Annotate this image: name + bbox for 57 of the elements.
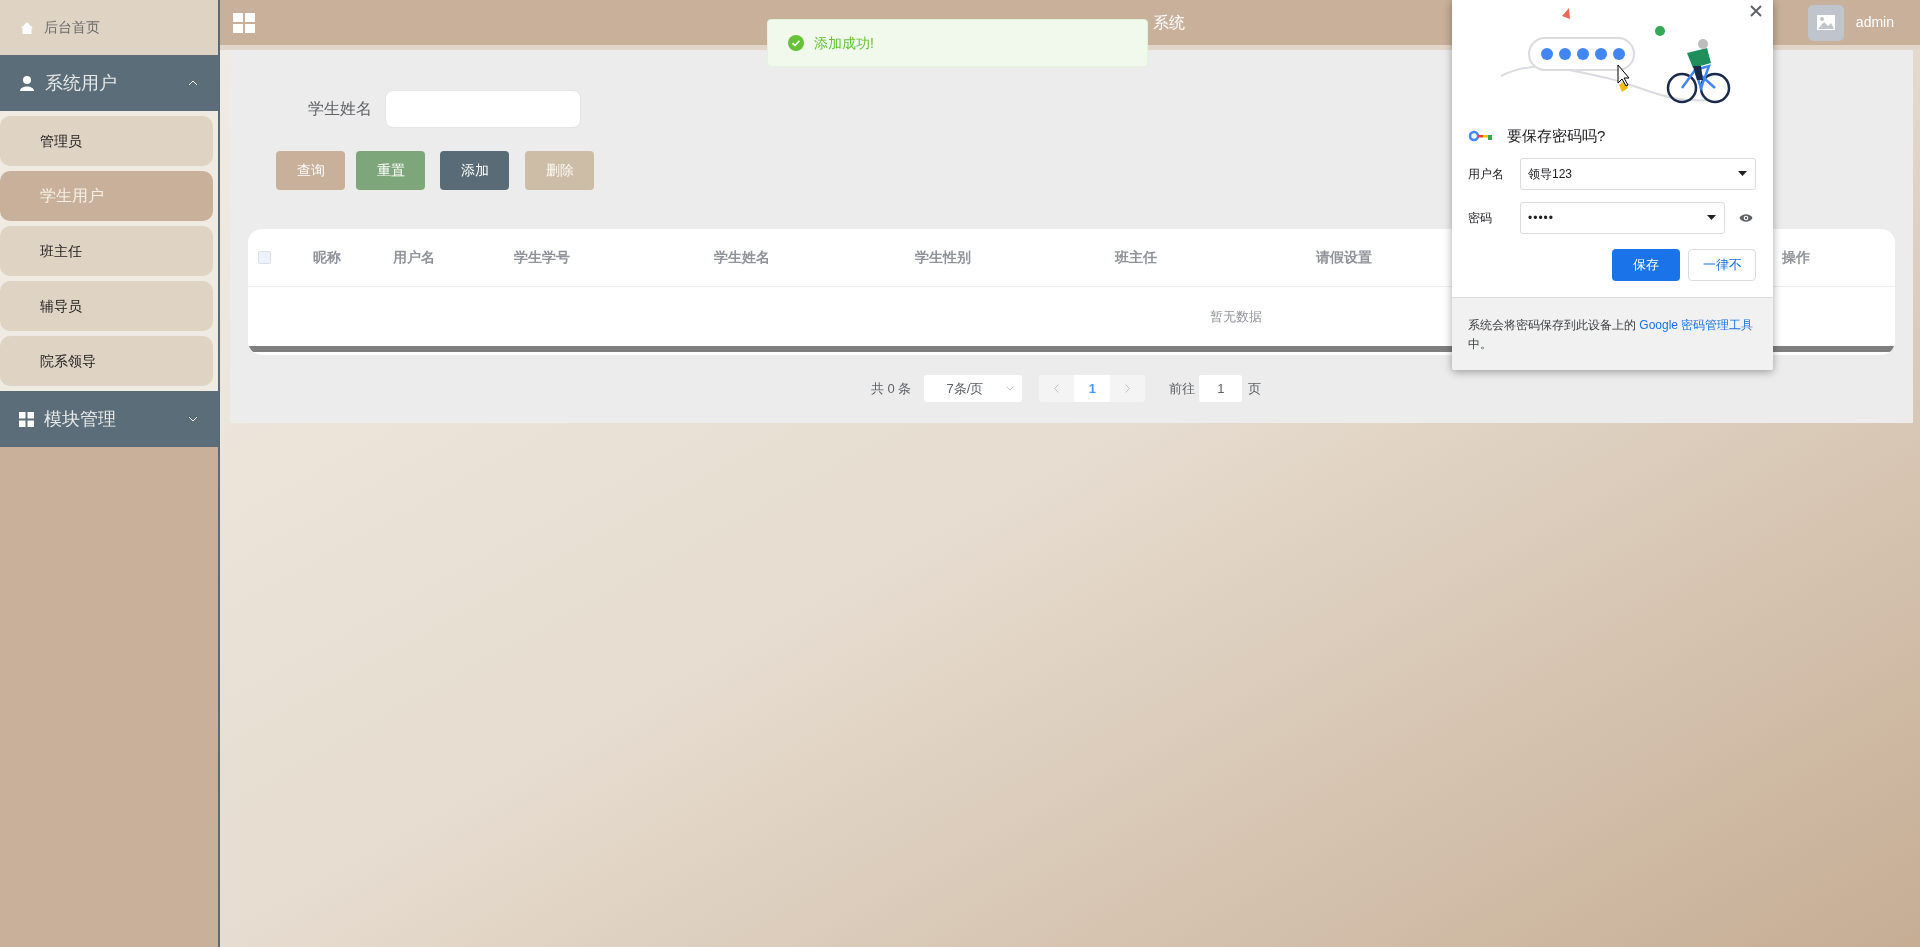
sidebar-home-item[interactable]: 后台首页: [0, 0, 218, 55]
column-header: 请假设置: [1316, 249, 1372, 265]
chevron-right-icon: [1125, 384, 1131, 393]
column-header: 操作: [1782, 249, 1810, 265]
chevron-icon: [188, 80, 198, 86]
total-count: 共 0 条: [871, 379, 912, 398]
action-button[interactable]: 添加: [440, 151, 509, 190]
home-icon: [20, 20, 34, 35]
never-button[interactable]: 一律不: [1688, 248, 1756, 281]
next-page-button[interactable]: [1110, 375, 1146, 402]
student-name-field[interactable]: [385, 90, 581, 128]
toast-message: 添加成功!: [814, 33, 874, 53]
page-suffix-label: 页: [1248, 379, 1262, 398]
username-field[interactable]: 领导123: [1520, 157, 1756, 190]
dialog-footer-text: 系统会将密码保存到此设备上的 Google 密码管理工具 中。: [1468, 317, 1755, 353]
action-button[interactable]: 重置: [356, 151, 425, 190]
system-title: 系统: [1153, 12, 1185, 33]
action-button: 删除: [525, 151, 594, 190]
check-circle-icon: [788, 35, 804, 51]
column-header: 学生性别: [915, 249, 971, 265]
chevron-icon: [188, 416, 198, 422]
column-header: 昵称: [313, 249, 341, 265]
field-label: 密码: [1468, 209, 1493, 227]
dialog-title: 要保存密码吗?: [1507, 126, 1606, 146]
key-icon: [1469, 130, 1493, 143]
search-label: 学生姓名: [308, 99, 372, 119]
sidebar-group[interactable]: 模块管理: [0, 391, 218, 447]
chevron-down-icon: [1006, 386, 1015, 391]
user-icon: [19, 75, 35, 91]
password-field[interactable]: •••••: [1520, 201, 1725, 234]
sidebar-item[interactable]: 辅导员: [0, 281, 213, 331]
column-header: 用户名: [393, 249, 435, 265]
column-header: 学生学号: [514, 249, 570, 265]
sidebar-item[interactable]: 院系领导: [0, 336, 213, 386]
avatar-image-icon: [1807, 4, 1844, 41]
grid-icon: [19, 411, 34, 427]
dropdown-arrow-icon: [1707, 215, 1716, 220]
password-manager-link[interactable]: Google 密码管理工具: [1639, 318, 1754, 332]
sidebar-group[interactable]: 系统用户: [0, 55, 218, 111]
chevron-left-icon: [1054, 384, 1060, 393]
select-all-checkbox[interactable]: [258, 251, 271, 264]
empty-table-text: 暂无数据: [1210, 307, 1262, 326]
field-label: 用户名: [1468, 165, 1505, 183]
dropdown-arrow-icon: [1738, 171, 1747, 176]
close-icon[interactable]: [1750, 5, 1762, 17]
grid-menu-icon[interactable]: [233, 12, 255, 33]
page-number[interactable]: 1: [1074, 375, 1111, 402]
sidebar-item[interactable]: 管理员: [0, 116, 213, 166]
eye-icon[interactable]: [1739, 212, 1753, 223]
sidebar-item[interactable]: 班主任: [0, 226, 213, 276]
column-header: 学生姓名: [714, 249, 770, 265]
prev-page-button[interactable]: [1039, 375, 1075, 402]
page-size-select[interactable]: 7条/页: [924, 375, 1023, 402]
goto-page-field[interactable]: 1: [1199, 375, 1243, 402]
save-button[interactable]: 保存: [1612, 248, 1680, 281]
goto-label: 前往: [1169, 379, 1196, 398]
column-header: 班主任: [1115, 249, 1157, 265]
